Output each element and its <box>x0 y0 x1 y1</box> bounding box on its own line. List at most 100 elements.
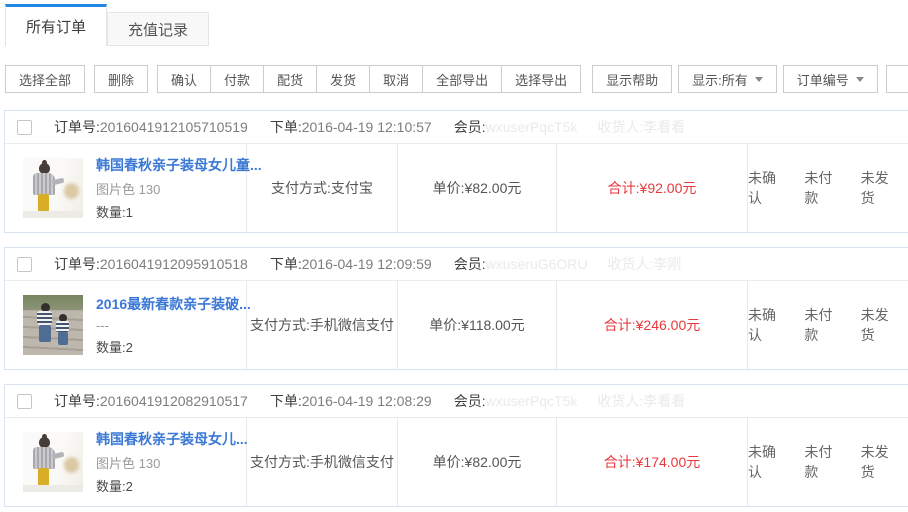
total-price: 合计:¥174.00元 <box>604 452 701 472</box>
status-unconfirmed: 未确认 <box>748 305 788 345</box>
order-placed-time: 下单:2016-04-19 12:08:29 <box>270 391 432 411</box>
order-checkbox[interactable] <box>17 257 32 272</box>
product-quantity: 数量:2 <box>96 476 246 495</box>
order-search-input[interactable] <box>886 65 908 93</box>
product-title-link[interactable]: 韩国春秋亲子装母女儿童... <box>96 155 246 175</box>
order-header: 订单号:2016041912095910518 下单:2016-04-19 12… <box>5 248 908 281</box>
order-placed-time: 下单:2016-04-19 12:10:57 <box>270 117 432 137</box>
status-cell: 未确认 未付款 未发货 <box>748 281 908 369</box>
order-header: 订单号:2016041912105710519 下单:2016-04-19 12… <box>5 111 908 144</box>
product-quantity: 数量:1 <box>96 202 246 221</box>
order-no-filter-dropdown[interactable]: 订单编号 <box>783 65 878 93</box>
receiver-redacted: 收货人:李看看 <box>597 393 685 409</box>
delete-button[interactable]: 删除 <box>94 65 148 93</box>
confirm-button[interactable]: 确认 <box>157 65 211 93</box>
order-card: 订单号:2016041912082910517 下单:2016-04-19 12… <box>4 384 908 507</box>
member-label: 会员: <box>454 393 486 409</box>
chevron-down-icon <box>856 77 864 82</box>
product-image[interactable] <box>23 158 83 218</box>
order-number: 订单号:2016041912105710519 <box>54 117 248 137</box>
product-title-link[interactable]: 2016最新春款亲子装破... <box>96 294 246 314</box>
placed-value: 2016-04-19 12:08:29 <box>302 393 432 409</box>
payment-method-cell: 支付方式:支付宝 <box>247 144 398 232</box>
order-row: 韩国春秋亲子装母女儿童... 图片色 130 数量:1 支付方式:支付宝 单价:… <box>5 144 908 232</box>
order-member: 会员:wxuserPqcT5k收货人:李看看 <box>454 117 686 137</box>
placed-label: 下单: <box>270 256 302 272</box>
order-checkbox[interactable] <box>17 394 32 409</box>
total-price-cell: 合计:¥174.00元 <box>557 418 748 506</box>
payment-method-cell: 支付方式:手机微信支付 <box>247 281 398 369</box>
product-image[interactable] <box>23 295 83 355</box>
order-member: 会员:wxuseruG6ORU 收货人:李刚 <box>454 254 682 274</box>
order-card: 订单号:2016041912105710519 下单:2016-04-19 12… <box>4 110 908 233</box>
product-image[interactable] <box>23 432 83 492</box>
allocate-button[interactable]: 配货 <box>263 65 317 93</box>
product-cell: 2016最新春款亲子装破... --- 数量:2 <box>5 281 247 369</box>
status-unshipped: 未发货 <box>861 305 901 345</box>
export-selected-button[interactable]: 选择导出 <box>501 65 581 93</box>
order-checkbox[interactable] <box>17 120 32 135</box>
order-no-label: 订单号: <box>54 393 100 409</box>
order-list: 订单号:2016041912105710519 下单:2016-04-19 12… <box>0 110 908 507</box>
unit-price-cell: 单价:¥118.00元 <box>398 281 557 369</box>
order-no-value: 2016041912095910518 <box>100 256 248 272</box>
order-header: 订单号:2016041912082910517 下单:2016-04-19 12… <box>5 385 908 418</box>
product-quantity: 数量:2 <box>96 337 246 356</box>
tab-all-orders[interactable]: 所有订单 <box>5 4 107 46</box>
show-help-button[interactable]: 显示帮助 <box>592 65 672 93</box>
member-value-redacted: wxuserPqcT5k <box>486 119 578 135</box>
order-number: 订单号:2016041912082910517 <box>54 391 248 411</box>
order-actions-group: 确认 付款 配货 发货 取消 全部导出 选择导出 <box>157 65 581 93</box>
product-info: 韩国春秋亲子装母女儿童... 图片色 130 数量:1 <box>96 155 246 221</box>
payment-method-cell: 支付方式:手机微信支付 <box>247 418 398 506</box>
status-cell: 未确认 未付款 未发货 <box>748 144 908 232</box>
placed-label: 下单: <box>270 393 302 409</box>
pay-button[interactable]: 付款 <box>210 65 264 93</box>
status-unconfirmed: 未确认 <box>748 168 788 208</box>
status-unpaid: 未付款 <box>804 168 844 208</box>
select-all-button[interactable]: 选择全部 <box>5 65 85 93</box>
receiver-redacted: 收货人:李刚 <box>608 256 682 272</box>
order-no-label: 订单号: <box>54 256 100 272</box>
product-info: 2016最新春款亲子装破... --- 数量:2 <box>96 294 246 356</box>
product-cell: 韩国春秋亲子装母女儿童... 图片色 130 数量:1 <box>5 144 247 232</box>
order-number: 订单号:2016041912095910518 <box>54 254 248 274</box>
display-filter-dropdown[interactable]: 显示:所有 <box>678 65 777 93</box>
status-unshipped: 未发货 <box>861 442 901 482</box>
product-variant: 图片色 130 <box>96 453 246 472</box>
status-unpaid: 未付款 <box>804 442 844 482</box>
member-value-redacted: wxuseruG6ORU <box>486 256 588 272</box>
member-label: 会员: <box>454 256 486 272</box>
placed-value: 2016-04-19 12:10:57 <box>302 119 432 135</box>
ship-button[interactable]: 发货 <box>316 65 370 93</box>
product-info: 韩国春秋亲子装母女儿... 图片色 130 数量:2 <box>96 429 246 495</box>
order-no-filter-label: 订单编号 <box>797 70 849 89</box>
order-member: 会员:wxuserPqcT5k 收货人:李看看 <box>454 391 686 411</box>
tab-recharge-records[interactable]: 充值记录 <box>107 12 209 46</box>
export-all-button[interactable]: 全部导出 <box>422 65 502 93</box>
product-variant: 图片色 130 <box>96 179 246 198</box>
unit-price-cell: 单价:¥82.00元 <box>398 144 557 232</box>
status-unshipped: 未发货 <box>861 168 901 208</box>
order-placed-time: 下单:2016-04-19 12:09:59 <box>270 254 432 274</box>
tab-bar: 所有订单 充值记录 <box>0 0 908 46</box>
order-row: 2016最新春款亲子装破... --- 数量:2 支付方式:手机微信支付 单价:… <box>5 281 908 369</box>
receiver-redacted: 收货人:李看看 <box>597 119 685 135</box>
cancel-button[interactable]: 取消 <box>369 65 423 93</box>
status-unpaid: 未付款 <box>804 305 844 345</box>
order-no-value: 2016041912105710519 <box>100 119 248 135</box>
filter-tools: 显示:所有 订单编号 <box>672 65 908 93</box>
placed-label: 下单: <box>270 119 302 135</box>
product-title-link[interactable]: 韩国春秋亲子装母女儿... <box>96 429 246 449</box>
member-value-redacted: wxuserPqcT5k <box>486 393 578 409</box>
product-variant: --- <box>96 318 246 333</box>
total-price-cell: 合计:¥92.00元 <box>557 144 748 232</box>
toolbar: 选择全部 删除 确认 付款 配货 发货 取消 全部导出 选择导出 显示帮助 显示… <box>0 64 908 94</box>
order-no-label: 订单号: <box>54 119 100 135</box>
order-card: 订单号:2016041912095910518 下单:2016-04-19 12… <box>4 247 908 370</box>
order-no-value: 2016041912082910517 <box>100 393 248 409</box>
order-row: 韩国春秋亲子装母女儿... 图片色 130 数量:2 支付方式:手机微信支付 单… <box>5 418 908 506</box>
placed-value: 2016-04-19 12:09:59 <box>302 256 432 272</box>
total-price: 合计:¥92.00元 <box>608 178 697 198</box>
unit-price-cell: 单价:¥82.00元 <box>398 418 557 506</box>
